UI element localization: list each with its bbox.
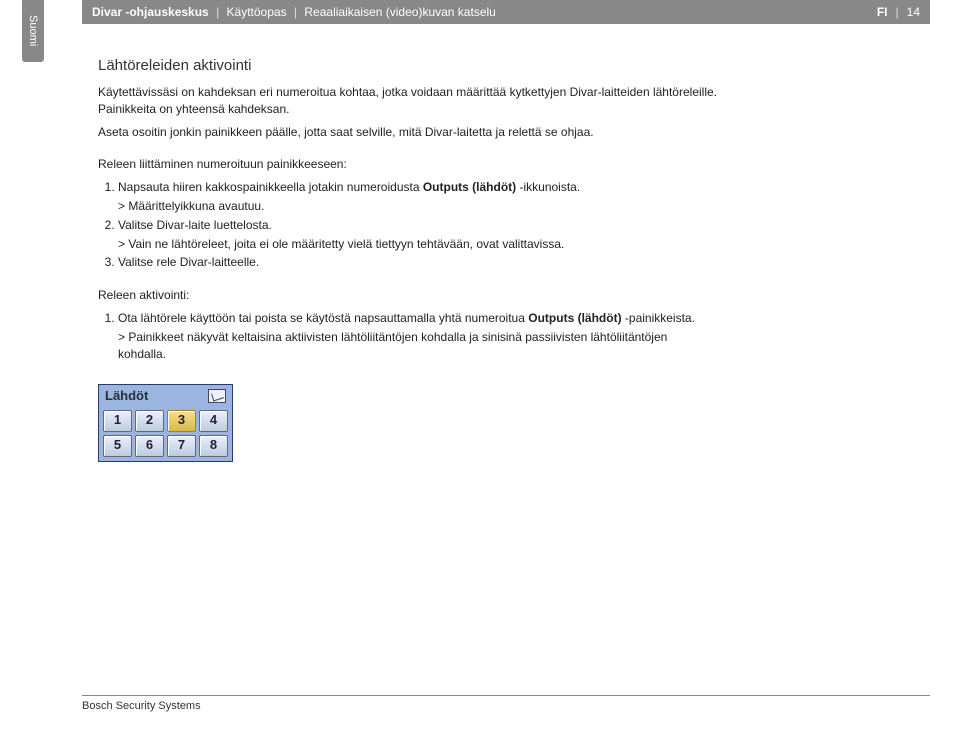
section-head-activate: Releen aktivointi:: [98, 287, 718, 304]
breadcrumb-section: Reaaliaikaisen (video)kuvan katselu: [304, 5, 495, 19]
outputs-button-grid: 1234 5678: [101, 408, 230, 459]
step-result: > Vain ne lähtöreleet, joita ei ole määr…: [118, 236, 718, 253]
intro-paragraph-1: Käytettävissäsi on kahdeksan eri numeroi…: [98, 84, 718, 118]
activate-steps: Ota lähtörele käyttöön tai poista se käy…: [98, 310, 718, 362]
outputs-panel: Lähdöt 1234 5678: [98, 384, 233, 461]
section-head-assign: Releen liittäminen numeroituun painikkee…: [98, 156, 718, 173]
page-divider: |: [896, 5, 899, 19]
page-number: 14: [907, 5, 920, 19]
breadcrumb-divider: |: [294, 5, 297, 19]
output-button-5[interactable]: 5: [103, 435, 132, 457]
footer: Bosch Security Systems: [82, 695, 930, 712]
header-page: FI | 14: [877, 5, 920, 19]
breadcrumb: Divar -ohjauskeskus | Käyttöopas | Reaal…: [92, 5, 877, 19]
output-button-4[interactable]: 4: [199, 410, 228, 432]
lang-label: FI: [877, 5, 888, 19]
outputs-label: Outputs (lähdöt): [423, 180, 516, 194]
output-button-3[interactable]: 3: [167, 410, 196, 432]
output-button-7[interactable]: 7: [167, 435, 196, 457]
outputs-title: Lähdöt: [105, 387, 148, 405]
list-item: Valitse rele Divar-laitteelle.: [118, 254, 718, 271]
breadcrumb-divider: |: [216, 5, 219, 19]
list-item: Ota lähtörele käyttöön tai poista se käy…: [118, 310, 718, 362]
breadcrumb-product: Divar -ohjauskeskus: [92, 5, 209, 19]
outputs-title-row: Lähdöt: [101, 387, 230, 407]
step-text: Valitse Divar-laite luettelosta.: [118, 218, 272, 232]
step-text: -ikkunoista.: [516, 180, 580, 194]
step-text: Napsauta hiiren kakkospainikkeella jotak…: [118, 180, 423, 194]
content: Lähtöreleiden aktivointi Käytettävissäsi…: [98, 55, 718, 462]
page-title: Lähtöreleiden aktivointi: [98, 55, 718, 76]
section-activate-relay: Releen aktivointi: Ota lähtörele käyttöö…: [98, 287, 718, 362]
assign-steps: Napsauta hiiren kakkospainikkeella jotak…: [98, 179, 718, 271]
step-text: Ota lähtörele käyttöön tai poista se käy…: [118, 311, 528, 325]
list-item: Valitse Divar-laite luettelosta. > Vain …: [118, 217, 718, 253]
step-result: > Määrittelyikkuna avautuu.: [118, 198, 718, 215]
output-button-6[interactable]: 6: [135, 435, 164, 457]
header-bar: Divar -ohjauskeskus | Käyttöopas | Reaal…: [82, 0, 930, 24]
step-text: -painikkeista.: [622, 311, 695, 325]
footer-text: Bosch Security Systems: [82, 700, 201, 712]
output-button-2[interactable]: 2: [135, 410, 164, 432]
configure-icon[interactable]: [208, 389, 226, 403]
list-item: Napsauta hiiren kakkospainikkeella jotak…: [118, 179, 718, 215]
intro-paragraph-2: Aseta osoitin jonkin painikkeen päälle, …: [98, 124, 718, 141]
breadcrumb-doc: Käyttöopas: [227, 5, 287, 19]
outputs-label: Outputs (lähdöt): [528, 311, 621, 325]
output-button-8[interactable]: 8: [199, 435, 228, 457]
step-result: > Painikkeet näkyvät keltaisina aktiivis…: [118, 329, 718, 363]
language-tab: Suomi: [22, 0, 44, 62]
step-text: Valitse rele Divar-laitteelle.: [118, 255, 259, 269]
section-assign-relay: Releen liittäminen numeroituun painikkee…: [98, 156, 718, 271]
output-button-1[interactable]: 1: [103, 410, 132, 432]
